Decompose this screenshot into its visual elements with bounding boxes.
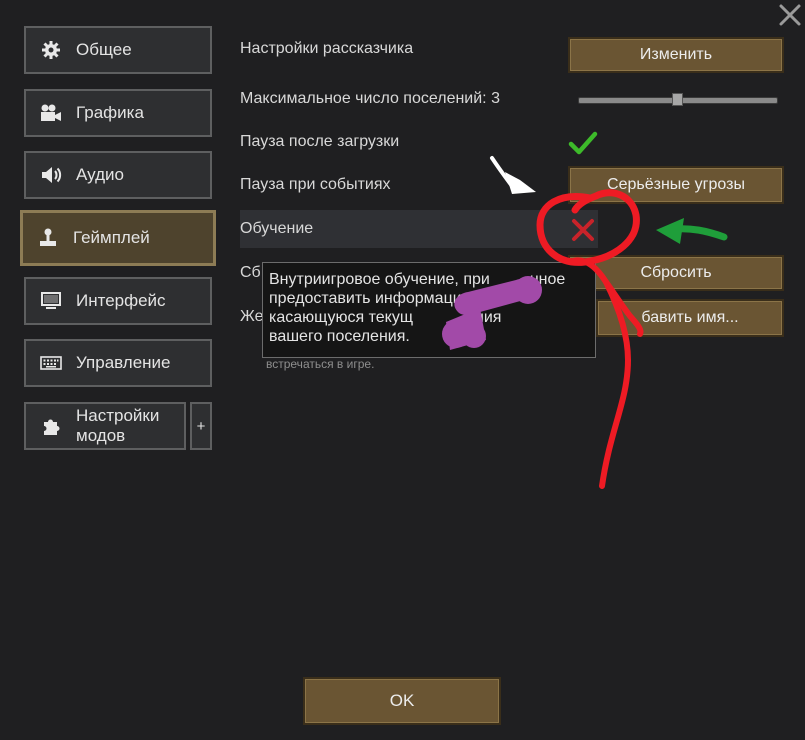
tooltip-line: касающуюся текущ яния <box>269 309 502 326</box>
sidebar-item-gameplay[interactable]: Геймплей <box>20 210 216 266</box>
sidebar-item-interface[interactable]: Интерфейс <box>24 277 212 325</box>
sidebar-item-label: Настройки модов <box>76 406 159 446</box>
tooltip-hint: встречаться в игре. <box>266 357 375 371</box>
sidebar-item-mod-settings[interactable]: Настройки модов <box>24 402 186 450</box>
storyteller-label: Настройки рассказчика <box>240 40 414 57</box>
sidebar-item-label: Геймплей <box>73 228 150 247</box>
keyboard-icon <box>40 352 62 374</box>
sidebar-item-audio[interactable]: Аудио <box>24 151 212 199</box>
speaker-icon <box>40 164 62 186</box>
green-arrow-annotation <box>656 218 728 244</box>
sidebar-item-label: Интерфейс <box>76 291 166 310</box>
tooltip-line: вашего поселения. <box>269 328 410 345</box>
max-colonies-slider-thumb[interactable] <box>672 93 683 106</box>
sidebar-item-label: Графика <box>76 103 144 122</box>
tooltip: Внутриигровое обучение, при нное предост… <box>262 262 596 358</box>
storyteller-change-button[interactable]: Изменить <box>568 37 784 73</box>
pause-on-events-button[interactable]: Серьёзные угрозы <box>568 166 784 204</box>
add-mod-settings-button[interactable]: + <box>190 402 212 450</box>
close-icon[interactable] <box>778 3 802 27</box>
gear-icon <box>40 39 62 61</box>
ok-button[interactable]: OK <box>303 677 501 725</box>
add-name-button[interactable]: бавить имя... <box>596 299 784 337</box>
max-colonies-label: Максимальное число поселений: 3 <box>240 90 500 107</box>
monitor-icon <box>40 290 62 312</box>
sidebar-item-controls[interactable]: Управление <box>24 339 212 387</box>
sidebar-item-label-line1: Настройки <box>76 406 160 425</box>
pause-on-events-label: Пауза при событиях <box>240 176 391 193</box>
reset-button[interactable]: Сбросить <box>568 255 784 291</box>
pause-on-load-label: Пауза после загрузки <box>240 133 400 150</box>
sidebar-item-label: Управление <box>76 353 171 372</box>
tooltip-line: Внутриигровое обучение, при нное <box>269 271 566 288</box>
name-label: Же <box>240 308 264 325</box>
sidebar-item-label-line2: модов <box>76 426 126 445</box>
camera-icon <box>40 102 62 124</box>
sidebar-item-label: Общее <box>76 40 132 59</box>
sidebar-item-label: Аудио <box>76 165 124 184</box>
reset-label: Сб <box>240 264 261 281</box>
tooltip-line: предоставить информацию <box>269 290 474 307</box>
sidebar-item-graphics[interactable]: Графика <box>24 89 212 137</box>
cross-icon[interactable] <box>570 217 596 243</box>
sidebar-item-general[interactable]: Общее <box>24 26 212 74</box>
tutorial-label: Обучение <box>240 220 314 237</box>
checkmark-icon[interactable] <box>568 130 598 156</box>
white-arrow-annotation <box>490 156 536 194</box>
joystick-icon <box>37 227 59 249</box>
puzzle-icon <box>40 415 62 437</box>
